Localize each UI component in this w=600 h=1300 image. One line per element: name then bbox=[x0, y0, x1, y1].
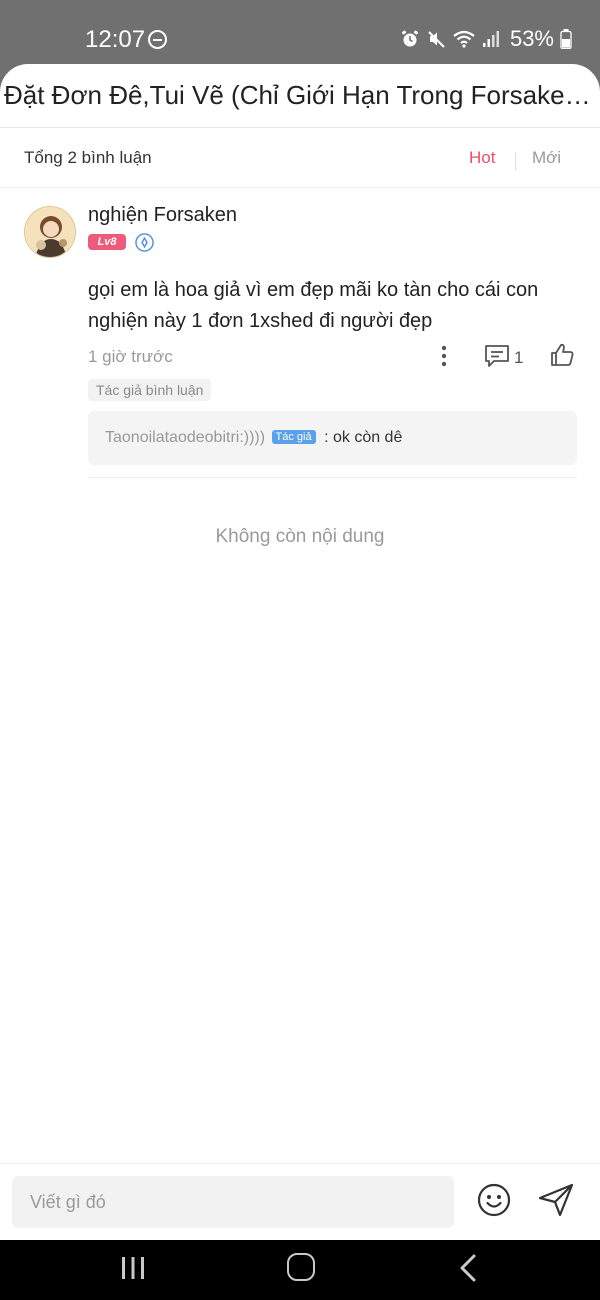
reply-icon[interactable] bbox=[484, 344, 510, 368]
status-icons: 53% bbox=[400, 24, 572, 54]
comment-username[interactable]: nghiện Forsaken bbox=[88, 204, 237, 227]
reply-text: ok còn dê bbox=[332, 429, 403, 446]
avatar[interactable] bbox=[24, 206, 76, 258]
author-tag: Tác giả bình luận bbox=[88, 379, 212, 401]
more-options-icon[interactable] bbox=[440, 344, 448, 368]
end-of-list-text: Không còn nội dung bbox=[215, 526, 385, 547]
system-nav-bar bbox=[0, 1240, 600, 1300]
alarm-icon bbox=[401, 30, 419, 47]
reply-count: 1 bbox=[514, 348, 524, 367]
verified-icon bbox=[135, 233, 154, 252]
recent-apps-icon[interactable] bbox=[120, 1255, 146, 1281]
emoji-icon[interactable] bbox=[477, 1183, 511, 1217]
comments-sheet: Đặt Đơn Đê,Tui Vẽ (Chỉ Giới Hạn Trong Fo… bbox=[0, 64, 600, 1240]
status-time: 12:07 bbox=[85, 26, 146, 53]
comment-text: gọi em là hoa giả vì em đẹp mãi ko tàn c… bbox=[88, 279, 539, 332]
reply-username[interactable]: Taonoilataodeobitri:)))) bbox=[105, 429, 265, 446]
author-badge: Tác giả bbox=[271, 430, 316, 444]
send-icon[interactable] bbox=[538, 1183, 574, 1217]
battery-icon bbox=[560, 29, 572, 49]
comment-time: 1 giờ trước bbox=[88, 347, 173, 366]
level-badge: Lv8 bbox=[88, 234, 126, 250]
home-icon[interactable] bbox=[287, 1253, 315, 1281]
reply-line: Taonoilataodeobitri:)))) Tác giả : ok cò… bbox=[105, 429, 402, 447]
avatar-illustration bbox=[25, 207, 75, 257]
post-title: Đặt Đơn Đê,Tui Vẽ (Chỉ Giới Hạn Trong Fo… bbox=[4, 80, 600, 110]
do-not-disturb-icon bbox=[148, 30, 167, 49]
reply-preview[interactable]: Taonoilataodeobitri:)))) Tác giả : ok cò… bbox=[88, 411, 577, 465]
mute-icon bbox=[428, 31, 445, 48]
back-icon[interactable] bbox=[458, 1253, 478, 1283]
comment-divider bbox=[88, 477, 577, 478]
list-divider bbox=[0, 187, 600, 188]
sort-separator bbox=[515, 152, 516, 170]
header-divider bbox=[0, 127, 600, 128]
signal-icon bbox=[482, 31, 499, 47]
reply-separator: : bbox=[324, 429, 329, 446]
battery-percent: 53% bbox=[509, 26, 554, 51]
status-bar: 12:07 53% bbox=[0, 0, 600, 70]
input-divider bbox=[0, 1163, 600, 1164]
sort-new-tab[interactable]: Mới bbox=[532, 148, 561, 168]
wifi-icon bbox=[453, 30, 475, 48]
like-icon[interactable] bbox=[549, 342, 575, 368]
comment-count-label: Tổng 2 bình luận bbox=[24, 148, 152, 167]
comment-input[interactable] bbox=[12, 1176, 454, 1228]
sort-hot-tab[interactable]: Hot bbox=[469, 148, 495, 168]
